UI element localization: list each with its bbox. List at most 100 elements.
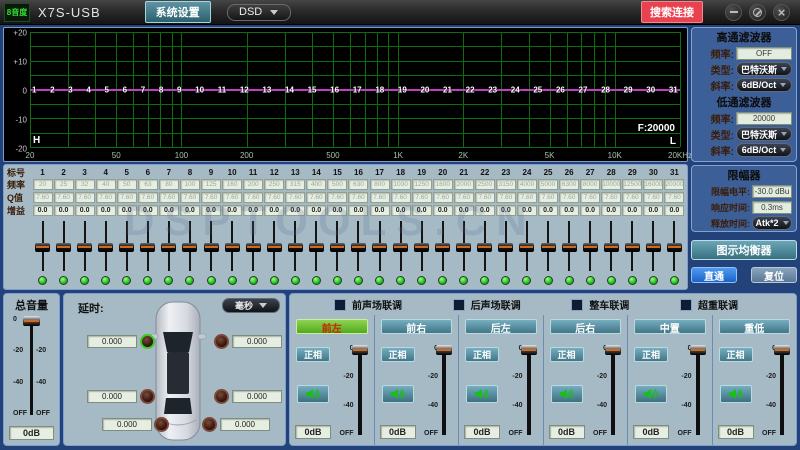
band-freq-field[interactable]: 80 bbox=[159, 179, 179, 190]
band-marker[interactable]: 25 bbox=[533, 85, 542, 94]
band-gain-field[interactable]: 0.0 bbox=[138, 205, 158, 216]
band-gain-slider[interactable] bbox=[95, 218, 116, 274]
band-gain-slider[interactable] bbox=[559, 218, 580, 274]
slider-handle[interactable] bbox=[204, 243, 219, 252]
slider-handle[interactable] bbox=[119, 243, 134, 252]
band-gain-field[interactable]: 0.0 bbox=[454, 205, 474, 216]
band-gain-slider[interactable] bbox=[32, 218, 53, 274]
band-q-field[interactable]: 7.60 bbox=[643, 192, 663, 203]
lpf-freq-field[interactable]: 20000 bbox=[736, 112, 792, 125]
band-gain-slider[interactable] bbox=[411, 218, 432, 274]
slider-handle[interactable] bbox=[372, 243, 387, 252]
limiter-attack-field[interactable]: 0.3ms bbox=[752, 201, 792, 214]
slider-handle[interactable] bbox=[352, 345, 368, 355]
channel-select-button[interactable]: 前右 bbox=[381, 319, 453, 334]
slider-handle[interactable] bbox=[182, 243, 197, 252]
slider-handle[interactable] bbox=[23, 316, 40, 326]
mute-button[interactable] bbox=[466, 385, 498, 403]
band-marker[interactable]: 22 bbox=[466, 85, 475, 94]
band-q-field[interactable]: 7.60 bbox=[138, 192, 158, 203]
band-gain-slider[interactable] bbox=[622, 218, 643, 274]
band-q-field[interactable]: 7.60 bbox=[348, 192, 368, 203]
band-gain-slider[interactable] bbox=[601, 218, 622, 274]
reset-button[interactable]: 复位 bbox=[751, 267, 797, 283]
band-q-field[interactable]: 7.60 bbox=[391, 192, 411, 203]
band-gain-field[interactable]: 0.0 bbox=[285, 205, 305, 216]
band-gain-field[interactable]: 0.0 bbox=[243, 205, 263, 216]
band-marker[interactable]: 8 bbox=[159, 85, 163, 94]
band-marker[interactable]: 1 bbox=[32, 85, 36, 94]
band-freq-field[interactable]: 12500 bbox=[622, 179, 642, 190]
band-q-field[interactable]: 7.60 bbox=[622, 192, 642, 203]
band-gain-slider[interactable] bbox=[432, 218, 453, 274]
phase-button[interactable]: 正相 bbox=[296, 347, 330, 362]
slider-handle[interactable] bbox=[583, 243, 598, 252]
checkbox-icon[interactable] bbox=[453, 299, 465, 311]
band-q-field[interactable]: 7.60 bbox=[538, 192, 558, 203]
band-marker[interactable]: 20 bbox=[420, 85, 429, 94]
slider-handle[interactable] bbox=[562, 243, 577, 252]
channel-select-button[interactable]: 中置 bbox=[634, 319, 706, 334]
band-q-field[interactable]: 7.60 bbox=[285, 192, 305, 203]
band-gain-field[interactable]: 0.0 bbox=[33, 205, 53, 216]
delay-unit-select[interactable]: 毫秒 bbox=[222, 298, 280, 313]
slider-handle[interactable] bbox=[774, 345, 790, 355]
system-settings-button[interactable]: 系统设置 bbox=[145, 1, 211, 23]
band-gain-field[interactable]: 0.0 bbox=[643, 205, 663, 216]
slider-handle[interactable] bbox=[393, 243, 408, 252]
band-freq-field[interactable]: 315 bbox=[285, 179, 305, 190]
band-marker[interactable]: 5 bbox=[105, 85, 109, 94]
link-checkbox[interactable]: 后声场联调 bbox=[453, 297, 521, 312]
link-checkbox[interactable]: 整车联调 bbox=[571, 297, 629, 312]
channel-volume-slider[interactable] bbox=[611, 347, 615, 435]
slider-handle[interactable] bbox=[519, 243, 534, 252]
delay-field-front-left[interactable]: 0.000 bbox=[87, 335, 137, 348]
slider-handle[interactable] bbox=[98, 243, 113, 252]
band-marker[interactable]: 29 bbox=[624, 85, 633, 94]
slider-handle[interactable] bbox=[625, 243, 640, 252]
band-gain-field[interactable]: 0.0 bbox=[222, 205, 242, 216]
delay-knob-rear-right[interactable] bbox=[214, 389, 229, 404]
band-gain-slider[interactable] bbox=[158, 218, 179, 274]
channel-volume-slider[interactable] bbox=[527, 347, 531, 435]
slider-handle[interactable] bbox=[498, 243, 513, 252]
delay-field-front-right[interactable]: 0.000 bbox=[232, 335, 282, 348]
eq-graph-plot[interactable]: 1234567891011121314151617181920212223242… bbox=[30, 32, 680, 147]
checkbox-icon[interactable] bbox=[571, 299, 583, 311]
band-q-field[interactable]: 7.60 bbox=[454, 192, 474, 203]
band-marker[interactable]: 4 bbox=[86, 85, 90, 94]
minimize-button[interactable] bbox=[725, 4, 742, 21]
delay-field-rear-right[interactable]: 0.000 bbox=[232, 390, 282, 403]
band-marker[interactable]: 16 bbox=[330, 85, 339, 94]
band-gain-slider[interactable] bbox=[390, 218, 411, 274]
slider-handle[interactable] bbox=[288, 243, 303, 252]
channel-volume-slider[interactable] bbox=[696, 347, 700, 435]
band-gain-field[interactable]: 0.0 bbox=[180, 205, 200, 216]
band-marker[interactable]: 12 bbox=[240, 85, 249, 94]
band-gain-slider[interactable] bbox=[179, 218, 200, 274]
band-gain-slider[interactable] bbox=[516, 218, 537, 274]
band-gain-slider[interactable] bbox=[348, 218, 369, 274]
slider-handle[interactable] bbox=[246, 243, 261, 252]
bypass-button[interactable]: 直通 bbox=[691, 267, 737, 283]
band-gain-slider[interactable] bbox=[538, 218, 559, 274]
band-gain-slider[interactable] bbox=[306, 218, 327, 274]
band-marker[interactable]: 3 bbox=[68, 85, 72, 94]
band-freq-field[interactable]: 400 bbox=[306, 179, 326, 190]
delay-field-sub-left[interactable]: 0.000 bbox=[102, 418, 152, 431]
band-gain-slider[interactable] bbox=[474, 218, 495, 274]
band-gain-slider[interactable] bbox=[664, 218, 685, 274]
band-gain-field[interactable]: 0.0 bbox=[96, 205, 116, 216]
slider-handle[interactable] bbox=[267, 243, 282, 252]
band-gain-slider[interactable] bbox=[137, 218, 158, 274]
band-gain-field[interactable]: 0.0 bbox=[348, 205, 368, 216]
mute-button[interactable] bbox=[297, 385, 329, 403]
band-marker[interactable]: 21 bbox=[443, 85, 452, 94]
slider-handle[interactable] bbox=[435, 243, 450, 252]
slider-handle[interactable] bbox=[604, 243, 619, 252]
channel-volume-slider[interactable] bbox=[780, 347, 784, 435]
band-freq-field[interactable]: 2000 bbox=[454, 179, 474, 190]
delay-knob-sub-left[interactable] bbox=[154, 417, 169, 432]
slider-handle[interactable] bbox=[161, 243, 176, 252]
band-marker[interactable]: 7 bbox=[141, 85, 145, 94]
